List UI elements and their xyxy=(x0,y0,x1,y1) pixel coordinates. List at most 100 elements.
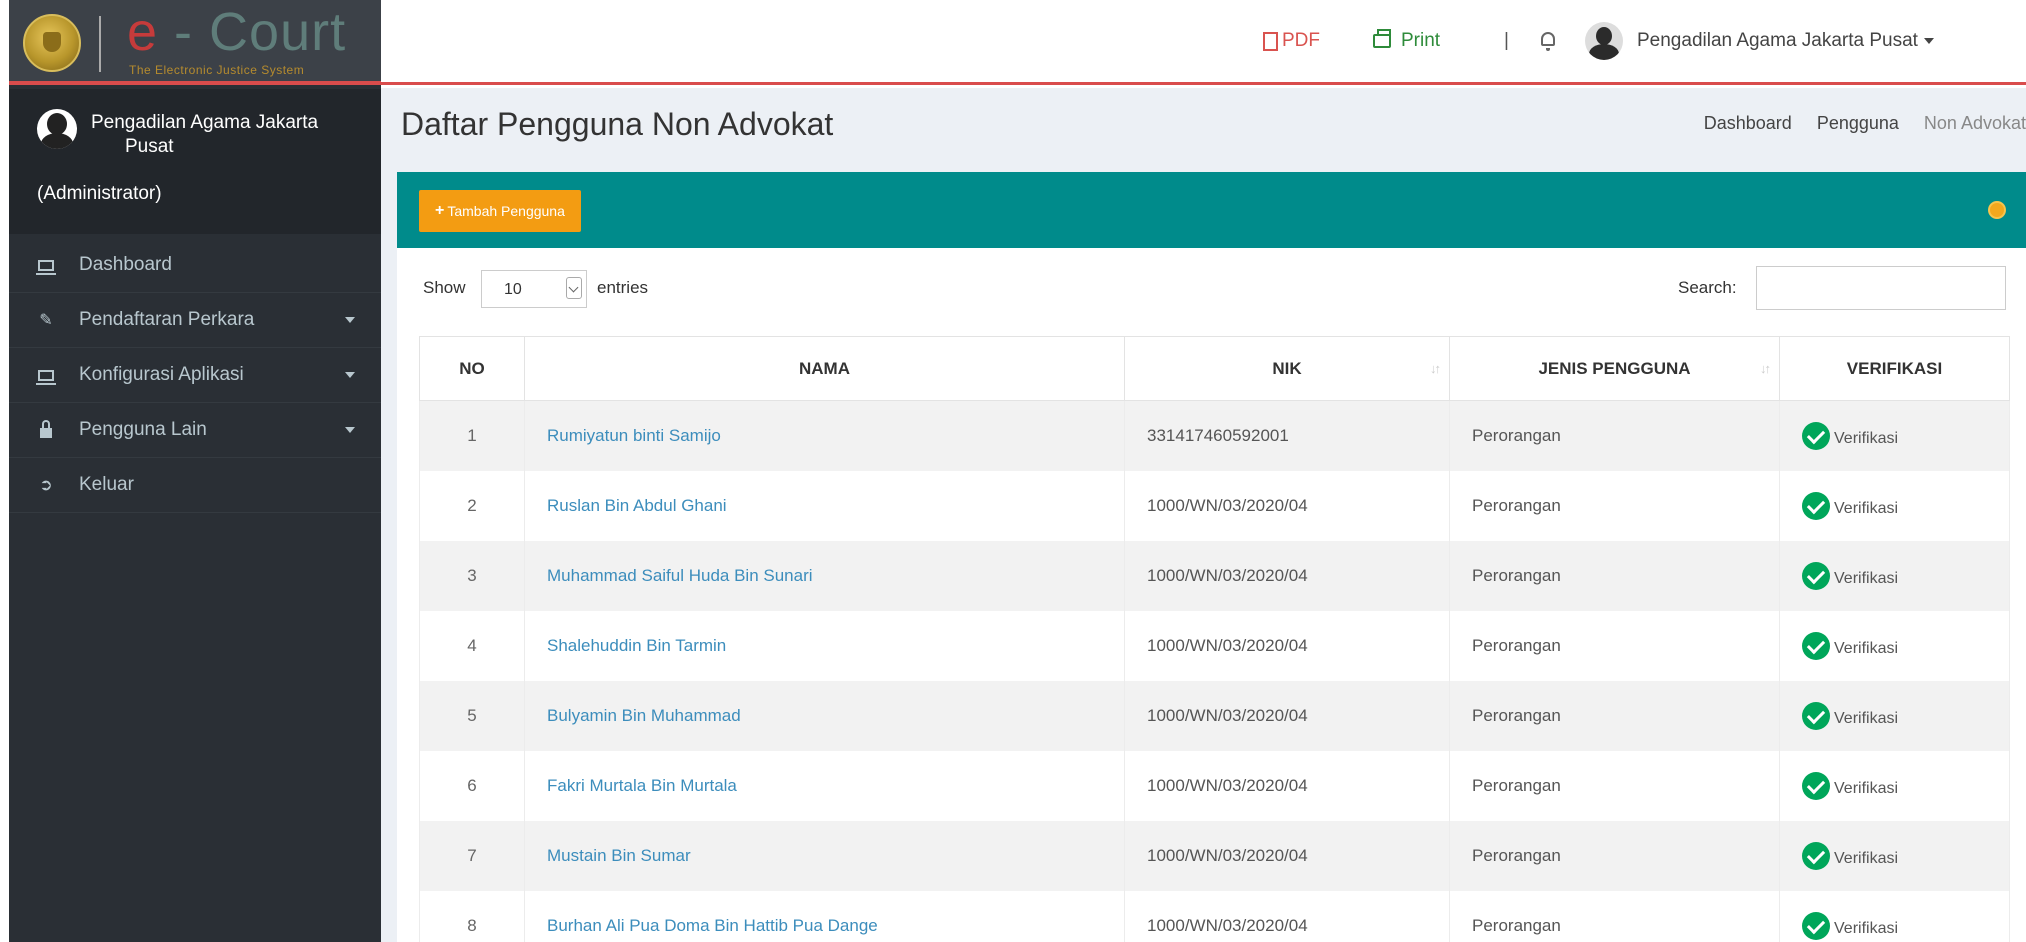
user-name-link[interactable]: Ruslan Bin Abdul Ghani xyxy=(547,496,727,515)
search-input[interactable] xyxy=(1756,266,2006,310)
user-name-link[interactable]: Muhammad Saiful Huda Bin Sunari xyxy=(547,566,813,585)
sidebar-item-label: Konfigurasi Aplikasi xyxy=(79,364,244,385)
sidebar-item-dashboard[interactable]: Dashboard xyxy=(9,238,381,293)
monitor-icon xyxy=(35,256,57,275)
column-header-nama[interactable]: NAMA xyxy=(524,336,1125,401)
cell-jenis-pengguna: Perorangan xyxy=(1449,610,1780,681)
user-name: Pengadilan Agama Jakarta Pusat xyxy=(91,112,319,157)
sort-icon: ↓↑ xyxy=(1430,361,1441,376)
column-header-jenis-pengguna[interactable]: JENIS PENGGUNA ↓↑ xyxy=(1449,336,1780,401)
cell-jenis-pengguna: Perorangan xyxy=(1449,470,1780,541)
logo[interactable]: e - Court The Electronic Justice System xyxy=(9,0,381,85)
add-user-button[interactable]: + Tambah Pengguna xyxy=(419,190,581,232)
check-circle-icon xyxy=(1802,631,1830,660)
cell-jenis-pengguna: Perorangan xyxy=(1449,750,1780,821)
cell-verifikasi: Verifikasi xyxy=(1779,400,2010,471)
cell-jenis-pengguna: Perorangan xyxy=(1449,400,1780,471)
search-label: Search: xyxy=(1678,278,1737,297)
cell-nama: Rumiyatun binti Samijo xyxy=(524,400,1125,471)
sidebar-item-konfigurasi-aplikasi[interactable]: Konfigurasi Aplikasi xyxy=(9,348,381,403)
datatable-controls: Show 10 entries Search: xyxy=(397,248,2026,328)
verify-status[interactable]: Verifikasi xyxy=(1802,421,2009,450)
user-name-link[interactable]: Mustain Bin Sumar xyxy=(547,846,691,865)
user-role: (Administrator) xyxy=(37,183,162,204)
cell-verifikasi: Verifikasi xyxy=(1779,610,2010,681)
cell-no: 8 xyxy=(419,890,525,942)
sidebar-item-label: Pengguna Lain xyxy=(79,419,207,440)
verify-status[interactable]: Verifikasi xyxy=(1802,771,2009,800)
user-name-link[interactable]: Bulyamin Bin Muhammad xyxy=(547,706,741,725)
cell-nik: 1000/WN/03/2020/04 xyxy=(1124,680,1450,751)
cell-nama: Fakri Murtala Bin Murtala xyxy=(524,750,1125,821)
cell-nama: Muhammad Saiful Huda Bin Sunari xyxy=(524,540,1125,611)
cell-nama: Bulyamin Bin Muhammad xyxy=(524,680,1125,751)
column-header-no[interactable]: NO xyxy=(419,336,525,401)
sidebar-item-keluar[interactable]: ➲ Keluar xyxy=(9,458,381,513)
breadcrumb-item-pengguna[interactable]: Pengguna xyxy=(1817,113,1899,133)
table-row: 1 Rumiyatun binti Samijo 331417460592001 Pe… xyxy=(419,400,2010,471)
sidebar-menu: Dashboard ✎ Pendaftaran Perkara Konfigur… xyxy=(9,238,381,513)
verify-status[interactable]: Verifikasi xyxy=(1802,491,2009,520)
cell-verifikasi: Verifikasi xyxy=(1779,470,2010,541)
check-circle-icon xyxy=(1802,421,1830,450)
lock-icon xyxy=(35,420,57,439)
caret-down-icon xyxy=(1923,37,1934,44)
pdf-button[interactable]: PDF xyxy=(1263,30,1320,52)
breadcrumb-item-non-advokat: Non Advokat xyxy=(1923,113,2026,133)
sidebar-item-pendaftaran-perkara[interactable]: ✎ Pendaftaran Perkara xyxy=(9,293,381,348)
user-name-link[interactable]: Rumiyatun binti Samijo xyxy=(547,426,721,445)
breadcrumb-item-dashboard[interactable]: Dashboard xyxy=(1704,113,1792,133)
cell-no: 1 xyxy=(419,400,525,471)
sort-icon: ↓↑ xyxy=(1760,361,1771,376)
breadcrumb: Dashboard Pengguna Non Advokat xyxy=(1684,113,2026,134)
box-tool-icon[interactable] xyxy=(1988,201,2006,219)
column-header-nik[interactable]: NIK ↓↑ xyxy=(1124,336,1450,401)
user-avatar xyxy=(37,109,77,149)
entries-label: entries xyxy=(597,278,649,297)
cell-nama: Mustain Bin Sumar xyxy=(524,820,1125,891)
column-header-verifikasi[interactable]: VERIFIKASI xyxy=(1779,336,2010,401)
user-menu[interactable]: Pengadilan Agama Jakarta Pusat xyxy=(1637,30,1934,52)
sidebar-item-pengguna-lain[interactable]: Pengguna Lain xyxy=(9,403,381,458)
table-row: 8 Burhan Ali Pua Doma Bin Hattib Pua Dang… xyxy=(419,890,2010,942)
check-circle-icon xyxy=(1802,561,1830,590)
user-panel: Pengadilan Agama Jakarta Pusat (Administ… xyxy=(9,89,381,234)
cell-jenis-pengguna: Perorangan xyxy=(1449,680,1780,751)
avatar[interactable] xyxy=(1585,22,1623,60)
user-name-link[interactable]: Fakri Murtala Bin Murtala xyxy=(547,776,737,795)
cell-verifikasi: Verifikasi xyxy=(1779,540,2010,611)
cell-nik: 331417460592001 xyxy=(1124,400,1450,471)
topbar-separator: | xyxy=(1504,30,1509,51)
bell-icon[interactable] xyxy=(1541,32,1555,51)
print-button[interactable]: Print xyxy=(1373,29,1440,52)
logo-title: e - Court xyxy=(127,2,347,62)
cell-nama: Shalehuddin Bin Tarmin xyxy=(524,610,1125,681)
users-table: NO NAMA NIK ↓↑ JENIS PENGGUNA ↓↑ VERIFIKAS… xyxy=(419,336,2010,942)
cell-nik: 1000/WN/03/2020/04 xyxy=(1124,890,1450,942)
sidebar-item-label: Keluar xyxy=(79,474,134,495)
show-label: Show xyxy=(423,278,466,297)
verify-status[interactable]: Verifikasi xyxy=(1802,911,2009,940)
table-row: 6 Fakri Murtala Bin Murtala 1000/WN/03/202… xyxy=(419,750,2010,821)
cell-nik: 1000/WN/03/2020/04 xyxy=(1124,540,1450,611)
user-name-link[interactable]: Shalehuddin Bin Tarmin xyxy=(547,636,726,655)
sidebar-item-label: Dashboard xyxy=(79,254,172,275)
cell-no: 4 xyxy=(419,610,525,681)
user-name-link[interactable]: Burhan Ali Pua Doma Bin Hattib Pua Dange xyxy=(547,916,878,935)
caret-down-icon xyxy=(345,372,355,378)
chevron-down-icon xyxy=(566,277,582,299)
page-title: Daftar Pengguna Non Advokat xyxy=(401,106,834,142)
cell-no: 3 xyxy=(419,540,525,611)
verify-status[interactable]: Verifikasi xyxy=(1802,701,2009,730)
verify-status[interactable]: Verifikasi xyxy=(1802,841,2009,870)
cell-nama: Burhan Ali Pua Doma Bin Hattib Pua Dange xyxy=(524,890,1125,942)
outer-strip xyxy=(0,0,9,942)
entries-length-value: 10 xyxy=(504,281,522,298)
cell-jenis-pengguna: Perorangan xyxy=(1449,890,1780,942)
verify-status[interactable]: Verifikasi xyxy=(1802,561,2009,590)
verify-status[interactable]: Verifikasi xyxy=(1802,631,2009,660)
content: Daftar Pengguna Non Advokat Dashboard Pe… xyxy=(381,88,2026,942)
sidebar: e - Court The Electronic Justice System … xyxy=(9,0,381,942)
logo-divider xyxy=(99,16,101,72)
entries-length-select[interactable]: 10 xyxy=(481,270,587,308)
